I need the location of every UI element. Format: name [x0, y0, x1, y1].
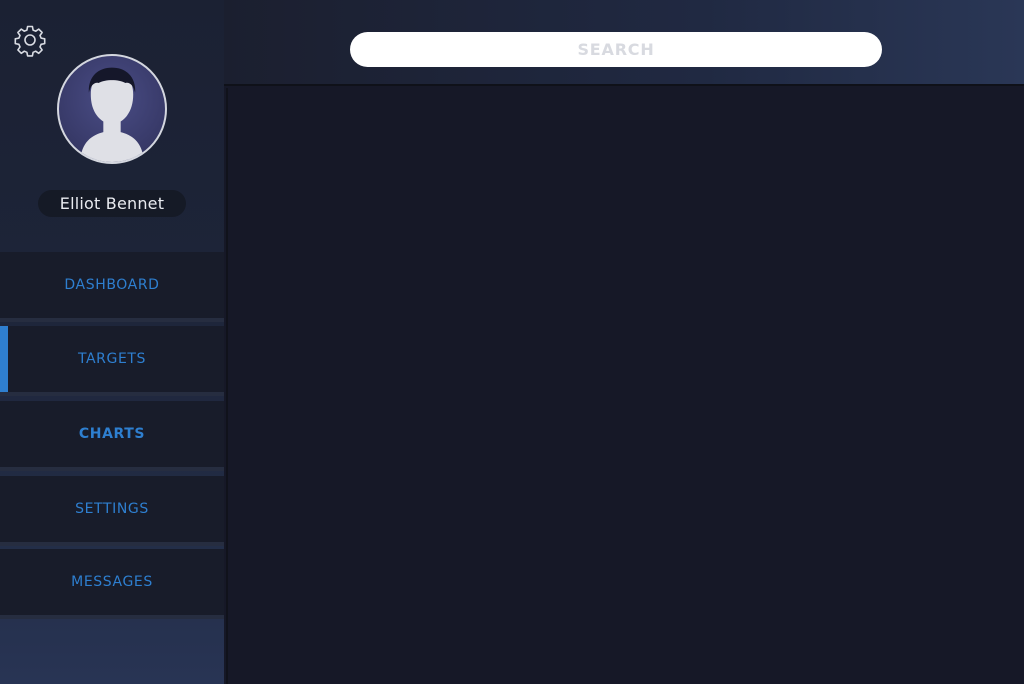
sidebar-item-dashboard[interactable]: DASHBOARD	[0, 252, 224, 322]
sidebar-item-targets[interactable]: TARGETS	[0, 326, 224, 396]
sidebar-item-label: TARGETS	[77, 351, 147, 367]
user-silhouette-icon	[80, 67, 144, 162]
sidebar-item-label: CHARTS	[78, 426, 146, 442]
gear-icon[interactable]	[13, 23, 47, 57]
sidebar-item-label: MESSAGES	[71, 574, 153, 590]
top-bar	[224, 0, 1024, 86]
search-input[interactable]	[350, 32, 882, 67]
main-content	[226, 88, 1024, 684]
sidebar-item-charts[interactable]: CHARTS	[0, 401, 224, 471]
sidebar-item-settings[interactable]: SETTINGS	[0, 476, 224, 546]
user-name: Elliot Bennet	[38, 190, 186, 217]
sidebar-item-label: DASHBOARD	[64, 277, 160, 293]
app-window: Elliot Bennet DASHBOARD TARGETS CHARTS S…	[0, 0, 1024, 684]
sidebar-item-messages[interactable]: MESSAGES	[0, 549, 224, 619]
avatar[interactable]	[57, 54, 167, 164]
sidebar-item-label: SETTINGS	[75, 501, 149, 517]
sidebar: Elliot Bennet DASHBOARD TARGETS CHARTS S…	[0, 0, 224, 684]
